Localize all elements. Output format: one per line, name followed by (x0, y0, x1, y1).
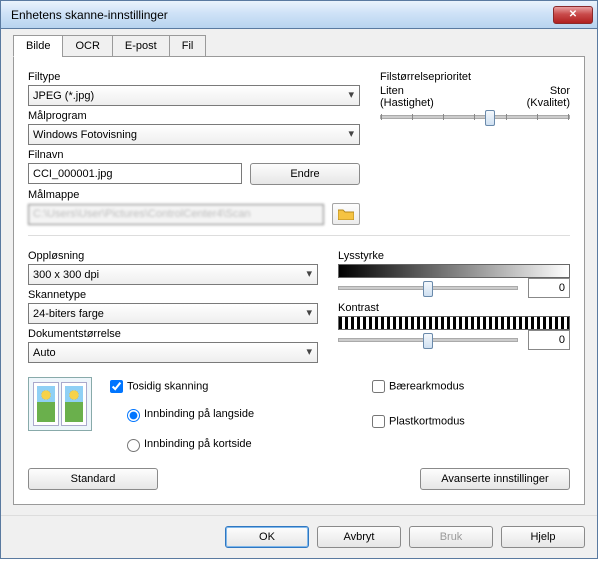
ok-button[interactable]: OK (225, 526, 309, 548)
help-button[interactable]: Hjelp (501, 526, 585, 548)
targetapp-select[interactable]: Windows Fotovisning (28, 124, 360, 145)
cancel-button[interactable]: Avbryt (317, 526, 401, 548)
tab-email[interactable]: E-post (112, 35, 170, 57)
bind-short-radio[interactable] (127, 439, 140, 452)
priority-speed-label: (Hastighet) (380, 97, 434, 109)
window-title: Enhetens skanne-innstillinger (11, 8, 553, 22)
tab-strip: Bilde OCR E-post Fil (13, 35, 585, 57)
default-button[interactable]: Standard (28, 468, 158, 490)
filetype-label: Filtype (28, 71, 360, 83)
docsize-label: Dokumentstørrelse (28, 328, 318, 340)
destfolder-label: Målmappe (28, 189, 360, 201)
contrast-value[interactable] (528, 330, 570, 350)
tab-panel: Filtype JPEG (*.jpg) Målprogram Windows … (13, 56, 585, 505)
dialog-footer: OK Avbryt Bruk Hjelp (1, 515, 597, 558)
bind-long-label: Innbinding på langside (144, 408, 254, 420)
apply-button[interactable]: Bruk (409, 526, 493, 548)
duplex-label: Tosidig skanning (127, 380, 208, 392)
tab-ocr[interactable]: OCR (62, 35, 112, 57)
bind-short-label: Innbinding på kortside (144, 438, 252, 450)
priority-small-label: Liten (380, 85, 404, 97)
advanced-button[interactable]: Avanserte innstillinger (420, 468, 570, 490)
scantype-label: Skannetype (28, 289, 318, 301)
brightness-value[interactable] (528, 278, 570, 298)
duplex-illustration (28, 377, 92, 431)
titlebar: Enhetens skanne-innstillinger ✕ (1, 1, 597, 29)
carrier-checkbox[interactable] (372, 380, 385, 393)
duplex-checkbox[interactable] (110, 380, 123, 393)
close-button[interactable]: ✕ (553, 6, 593, 24)
brightness-gradient (338, 264, 570, 278)
filetype-select[interactable]: JPEG (*.jpg) (28, 85, 360, 106)
plastic-label: Plastkortmodus (389, 415, 465, 427)
priority-large-label: Stor (550, 85, 570, 97)
filename-input[interactable] (28, 163, 242, 184)
destfolder-input (28, 204, 324, 225)
contrast-gradient (338, 316, 570, 330)
resolution-select[interactable]: 300 x 300 dpi (28, 264, 318, 285)
priority-label: Filstørrelseprioritet (380, 71, 570, 83)
priority-quality-label: (Kvalitet) (527, 97, 570, 109)
change-button[interactable]: Endre (250, 163, 360, 185)
brightness-slider[interactable] (338, 286, 518, 290)
docsize-select[interactable]: Auto (28, 342, 318, 363)
browse-folder-button[interactable] (332, 203, 360, 225)
filename-label: Filnavn (28, 149, 360, 161)
scantype-select[interactable]: 24-biters farge (28, 303, 318, 324)
bind-long-radio[interactable] (127, 409, 140, 422)
plastic-checkbox[interactable] (372, 415, 385, 428)
carrier-label: Bærearkmodus (389, 380, 464, 392)
contrast-label: Kontrast (338, 302, 570, 314)
contrast-slider[interactable] (338, 338, 518, 342)
folder-icon (338, 208, 354, 220)
targetapp-label: Målprogram (28, 110, 360, 122)
tab-image[interactable]: Bilde (13, 35, 63, 57)
brightness-label: Lysstyrke (338, 250, 570, 262)
resolution-label: Oppløsning (28, 250, 318, 262)
priority-slider[interactable] (380, 115, 570, 119)
tab-file[interactable]: Fil (169, 35, 207, 57)
